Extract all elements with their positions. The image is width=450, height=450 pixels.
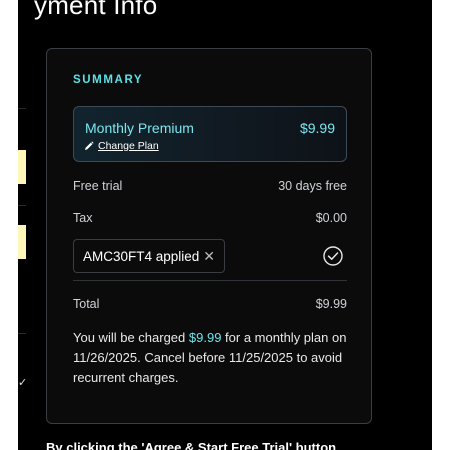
free-trial-label: Free trial — [73, 179, 123, 193]
page: yment Info ✓ SUMMARY Monthly Premium $9.… — [0, 0, 450, 450]
free-trial-value: 30 days free — [278, 179, 347, 193]
consent-text: By clicking the 'Agree & Start Free Tria… — [46, 440, 337, 450]
free-trial-row: Free trial 30 days free — [73, 179, 347, 197]
tax-row: Tax $0.00 — [73, 211, 347, 229]
dark-panel: yment Info ✓ SUMMARY Monthly Premium $9.… — [18, 0, 432, 450]
charge-amount: $9.99 — [188, 330, 222, 345]
coupon-code: AMC30FT4 applied — [83, 249, 200, 264]
plan-price: $9.99 — [299, 120, 335, 136]
left-highlight-tab[interactable] — [18, 150, 26, 184]
plan-name: Monthly Premium — [85, 120, 194, 136]
left-sidebar-edge: ✓ — [18, 0, 28, 450]
left-divider — [18, 333, 26, 334]
total-row: Total $9.99 — [73, 297, 347, 315]
total-label: Total — [73, 297, 100, 311]
charge-notice: You will be charged $9.99 for a monthly … — [73, 328, 353, 388]
summary-card: SUMMARY Monthly Premium $9.99 Change Pla… — [46, 48, 372, 424]
page-heading: yment Info — [34, 0, 158, 20]
coupon-chip: AMC30FT4 applied ✕ — [73, 239, 225, 273]
pencil-icon — [85, 141, 94, 150]
remove-coupon-icon[interactable]: ✕ — [203, 249, 215, 263]
summary-divider — [73, 280, 347, 281]
plan-box: Monthly Premium $9.99 Change Plan — [73, 106, 347, 162]
change-plan-label: Change Plan — [98, 140, 159, 152]
checkmark-icon: ✓ — [18, 377, 28, 389]
left-highlight-tab[interactable] — [18, 225, 26, 259]
summary-title: SUMMARY — [73, 74, 144, 86]
left-divider — [18, 108, 26, 109]
check-circle-icon — [323, 246, 343, 266]
change-plan-link[interactable]: Change Plan — [84, 140, 159, 152]
tax-label: Tax — [73, 211, 93, 225]
charge-notice-prefix: You will be charged — [73, 330, 189, 345]
left-divider — [18, 205, 26, 206]
tax-value: $0.00 — [315, 211, 347, 225]
total-value: $9.99 — [315, 297, 347, 311]
